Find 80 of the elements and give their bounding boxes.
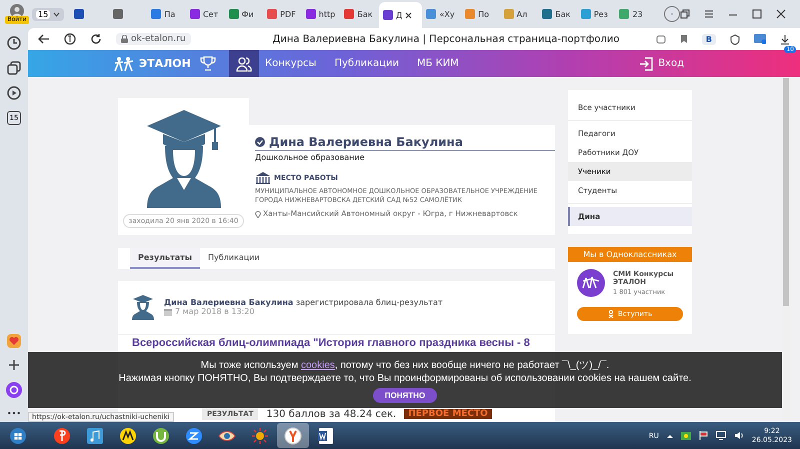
browser-tab[interactable]: http	[302, 3, 340, 25]
shield-icon[interactable]	[730, 34, 740, 44]
result-title: Всероссийская блиц-олимпиада "История главного праздника весны - 8	[132, 337, 531, 350]
play-icon[interactable]	[7, 86, 21, 100]
profile-name: Дина Валериевна Бакулина	[269, 135, 463, 149]
maximize-icon[interactable]	[752, 9, 762, 19]
heart-icon[interactable]	[7, 334, 21, 348]
monitor-icon[interactable]	[716, 431, 726, 440]
browser-tab[interactable]: По	[461, 3, 500, 25]
zoom-icon	[185, 426, 203, 444]
result-value: 130 баллов за 48.24 сек.	[266, 408, 396, 420]
tray-app-icon[interactable]	[680, 432, 691, 440]
browser-tab[interactable]: Фи	[224, 3, 264, 25]
building-icon	[255, 171, 271, 184]
profile-subtitle: Дошкольное образование	[255, 153, 366, 162]
more-button[interactable]: •••	[6, 409, 22, 418]
widget-header: Мы в Одноклассниках	[568, 247, 692, 262]
calendar-icon	[164, 308, 172, 316]
close-icon[interactable]	[405, 12, 412, 18]
cookies-link[interactable]: cookies	[300, 360, 335, 371]
feed-date: 7 мар 2018 в 13:20	[175, 307, 254, 316]
torrent-icon	[152, 426, 170, 444]
yandex-browser-icon	[284, 426, 302, 444]
nav-link[interactable]: Публикации	[334, 58, 399, 69]
close-icon[interactable]	[776, 9, 786, 19]
word-icon	[317, 426, 335, 444]
browser-tab[interactable]: Бак	[340, 3, 379, 25]
dancers-icon[interactable]	[113, 56, 135, 72]
speaker-icon[interactable]	[734, 431, 744, 440]
accept-button[interactable]: ПОНЯТНО	[372, 388, 438, 403]
copy-icon[interactable]	[7, 61, 21, 75]
place-badge: ПЕРВОЕ МЕСТО	[404, 409, 492, 419]
profile-tab[interactable]: Результаты	[130, 248, 200, 269]
market-icon	[119, 426, 137, 444]
pin-icon	[255, 210, 261, 218]
graduate-avatar-icon	[132, 294, 154, 320]
windows-icon[interactable]	[680, 9, 690, 19]
browser-tab[interactable]: 23	[615, 3, 654, 25]
browser-tab[interactable]: «Ху	[422, 3, 462, 25]
browser-tab[interactable]: Рез	[576, 3, 616, 25]
feed-text: Дина Валериевна Бакулина зарегистрировала блиц-результат	[164, 298, 442, 308]
people-tab[interactable]	[229, 50, 259, 77]
cookie-consent-text: Нажимая кнопку ПОНЯТНО, Вы подтверждаете то, что Вы проинформированы об использовании cookies на нашем сайте.	[118, 372, 692, 385]
nav-link[interactable]: Конкурсы	[265, 58, 316, 69]
assistant-icon[interactable]	[6, 382, 22, 398]
tab-count-button[interactable]: 15	[32, 8, 64, 20]
profile-tab[interactable]: Публикации	[200, 248, 268, 269]
group-logo-icon	[577, 269, 605, 297]
bookmark-icon[interactable]	[680, 34, 688, 44]
picture-icon[interactable]	[754, 34, 766, 44]
login-button[interactable]: Вход	[633, 56, 690, 72]
chevron-up-icon[interactable]	[666, 434, 673, 438]
address-field[interactable]: ok-etalon.ru	[116, 33, 191, 45]
login-icon	[639, 56, 654, 70]
people-icon	[236, 56, 252, 72]
page-title: Дина Валериевна Бакулина | Персональная страница-портфолио	[272, 34, 620, 44]
menu-icon[interactable]	[704, 9, 714, 19]
site-logo-text[interactable]: ЭТАЛОН	[139, 57, 191, 70]
browser-tab[interactable]: Па	[147, 3, 186, 25]
sun-icon	[251, 426, 269, 444]
download-icon[interactable]	[780, 34, 790, 44]
browser-tab[interactable]: Бак	[538, 3, 577, 25]
verified-icon	[255, 137, 265, 147]
browser-tab[interactable]: Сет	[186, 3, 225, 25]
reload-icon[interactable]	[90, 33, 102, 45]
browser-tab[interactable]: Ал	[500, 3, 538, 25]
extension-button[interactable]: В	[702, 34, 716, 44]
note-icon	[86, 426, 104, 444]
lock-icon	[121, 35, 128, 43]
clock-icon[interactable]	[7, 36, 21, 50]
trophy-icon	[200, 56, 216, 72]
flag-icon[interactable]	[698, 431, 708, 440]
browser-tab[interactable]: PDF	[263, 3, 302, 25]
incognito-icon[interactable]	[656, 34, 666, 44]
browser-tab[interactable]: Д	[378, 2, 422, 28]
nav-link[interactable]: МБ КИМ	[416, 58, 459, 69]
person-icon	[608, 310, 614, 318]
back-icon[interactable]	[38, 34, 50, 44]
cookie-text: Мы тоже используем cookies, потому что без них вообще ничего не работает ¯\_(ツ)_/¯.	[200, 359, 610, 372]
chevron-icon	[53, 12, 60, 16]
